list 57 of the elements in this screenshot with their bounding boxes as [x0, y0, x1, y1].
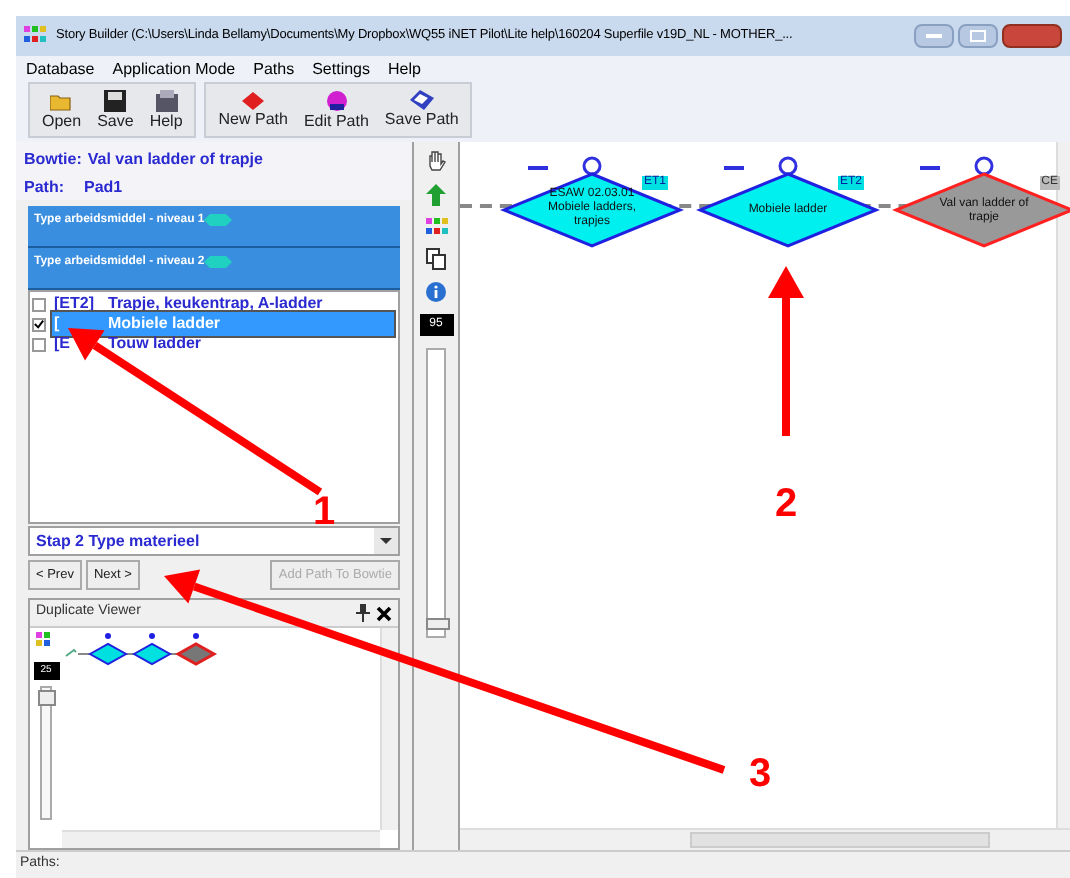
toolbar-button[interactable]: Open — [38, 84, 86, 136]
vertical-scrollbar[interactable] — [1056, 142, 1070, 828]
menu-item[interactable]: Paths — [253, 57, 295, 81]
pin-icon[interactable] — [356, 604, 370, 622]
item-text: Touw ladder — [108, 332, 202, 356]
up-arrow-icon[interactable] — [426, 184, 446, 206]
item-code: [E — [54, 332, 72, 356]
diamond-node[interactable] — [500, 172, 684, 248]
checkbox[interactable] — [32, 337, 46, 351]
menu-item[interactable]: Database — [26, 57, 95, 81]
diamond-node[interactable] — [696, 172, 880, 248]
diamond-node[interactable] — [892, 172, 1070, 248]
annotation-number: 3 — [748, 752, 772, 796]
diamond-icon — [242, 91, 265, 109]
info-icon[interactable] — [426, 282, 446, 302]
level-icon — [204, 254, 233, 270]
minimize-button[interactable] — [914, 24, 954, 48]
checkbox[interactable] — [32, 317, 46, 331]
horizontal-scrollbar[interactable] — [62, 830, 380, 848]
folder-icon — [49, 89, 74, 111]
menu-item[interactable]: Application Mode — [112, 57, 236, 81]
slider-thumb[interactable] — [426, 618, 450, 631]
checkbox[interactable] — [32, 297, 46, 311]
ball-icon — [325, 89, 348, 111]
toolbar-button[interactable]: Edit Path — [299, 84, 373, 136]
toolbar-button[interactable]: Save — [93, 84, 138, 136]
copy-icon[interactable] — [426, 248, 446, 270]
item-code: [ — [54, 312, 62, 336]
slider-thumb[interactable] — [38, 690, 56, 707]
close-icon[interactable] — [376, 605, 392, 621]
help-icon — [155, 89, 178, 111]
toolbar-button[interactable]: Help — [145, 84, 187, 136]
toolbar-button[interactable]: New Path — [214, 84, 292, 136]
item-text: Mobiele ladder — [108, 312, 221, 336]
maximize-button[interactable] — [958, 24, 998, 48]
hand-icon[interactable] — [426, 150, 446, 172]
item-code: [ET2] — [54, 292, 96, 316]
bowtie-label: Bowtie: — [24, 148, 82, 172]
circle-icon[interactable] — [974, 156, 994, 176]
circle-icon[interactable] — [582, 156, 602, 176]
palette-icon[interactable] — [425, 218, 447, 236]
horizontal-scrollbar[interactable] — [460, 828, 1070, 850]
step-dropdown[interactable]: Stap 2 Type materieel — [28, 526, 400, 556]
path-name: Pad1 — [84, 176, 123, 200]
close-button[interactable] — [1002, 24, 1062, 48]
app-icon — [24, 26, 48, 46]
level-icon — [204, 212, 233, 228]
menu-item[interactable]: Help — [388, 57, 421, 81]
palette-icon[interactable] — [36, 632, 56, 648]
item-text: Trapje, keukentrap, A-ladder — [108, 292, 323, 316]
toolbar-button[interactable]: Save Path — [380, 84, 463, 136]
vertical-scrollbar[interactable] — [380, 628, 398, 830]
circle-icon[interactable] — [778, 156, 798, 176]
menu-item[interactable]: Settings — [312, 57, 370, 81]
path-label: Path: — [24, 176, 64, 200]
bowtie-name: Val van ladder of trapje — [87, 148, 263, 172]
annotation-number: 2 — [774, 482, 798, 526]
